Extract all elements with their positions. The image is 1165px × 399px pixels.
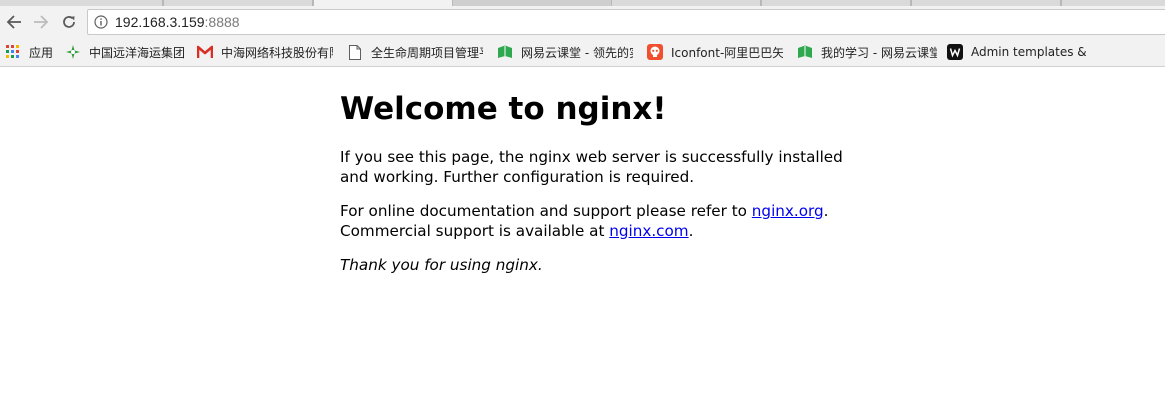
commercial-text: Commercial support is available at [340,221,610,240]
cosco-logo-icon [65,44,81,60]
bookmark-my-study[interactable]: 我的学习 - 网易云课堂 [797,43,939,61]
forward-arrow-icon [34,15,49,29]
bookmarks-bar: 应用 中国远洋海运集团 中海网络科技股份有限 全生命周期项目管理平 网易云课堂 … [0,39,1165,65]
bookmark-label: Admin templates & [971,45,1087,59]
bookmark-label: Iconfont-阿里巴巴矢 [671,45,783,60]
navigation-bar: 192.168.3.159:8888 [0,6,1165,38]
page-icon [347,44,363,60]
docs-paragraph: For online documentation and support ple… [340,202,860,241]
url-host: 192.168.3.159 [115,14,205,30]
browser-chrome: 192.168.3.159:8888 应用 中国远洋海运集团 中海网络科技股份有… [0,0,1165,67]
thanks-paragraph: Thank you for using nginx. [340,256,543,274]
commercial-text-period: . [688,221,694,240]
gmail-m-icon [197,44,213,60]
address-bar[interactable]: 192.168.3.159:8888 [87,9,1165,35]
study-book-icon [497,44,513,60]
bookmark-apps[interactable]: 应用 [5,43,65,61]
bookmark-label: 应用 [29,45,54,60]
bookmark-label: 我的学习 - 网易云课堂 [821,45,937,60]
back-arrow-icon [6,15,21,29]
nginx-org-link[interactable]: nginx.org [752,202,824,220]
docs-text: For online documentation and support ple… [340,202,752,220]
reload-button[interactable] [57,10,81,34]
nginx-com-link[interactable]: nginx.com [609,222,688,240]
back-button[interactable] [2,10,26,34]
url-port: :8888 [204,14,240,30]
w-logo-icon [947,44,963,60]
forward-button[interactable] [29,10,53,34]
bookmark-cosco[interactable]: 中国远洋海运集团 [65,43,190,61]
apps-grid-icon [5,44,21,60]
page-title: Welcome to nginx! [340,91,667,127]
bookmark-label: 全生命周期项目管理平 [371,45,483,60]
url-text[interactable]: 192.168.3.159:8888 [115,14,240,30]
docs-text-period: . [823,202,829,220]
bookmark-china-shipping-network[interactable]: 中海网络科技股份有限 [197,43,337,61]
info-icon[interactable] [94,15,108,29]
intro-paragraph: If you see this page, the nginx web serv… [340,148,843,186]
iconfont-skull-icon [647,44,663,60]
study-book-icon [797,44,813,60]
bookmark-iconfont[interactable]: Iconfont-阿里巴巴矢 [647,43,787,61]
bookmark-admin-templates[interactable]: Admin templates & [947,43,1087,61]
bookmark-label: 中国远洋海运集团 [89,45,186,60]
bookmark-netease-study[interactable]: 网易云课堂 - 领先的实 [497,43,637,61]
reload-icon [63,16,75,28]
bookmark-project-management[interactable]: 全生命周期项目管理平 [347,43,487,61]
page-content: Welcome to nginx! If you see this page, … [340,68,860,274]
bookmark-label: 网易云课堂 - 领先的实 [521,45,633,60]
bookmark-label: 中海网络科技股份有限 [221,45,333,60]
